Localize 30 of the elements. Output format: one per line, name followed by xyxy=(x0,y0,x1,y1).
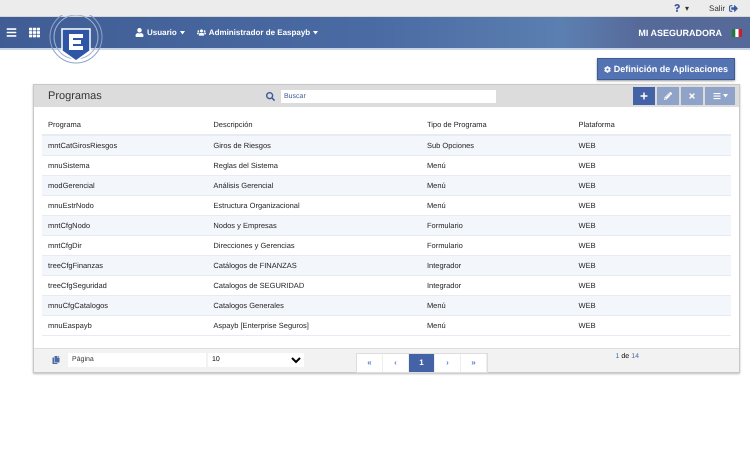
panel-title: Programas xyxy=(48,90,103,102)
search-icon[interactable] xyxy=(266,92,275,100)
pager-button[interactable]: » xyxy=(461,354,487,372)
menu-icon[interactable] xyxy=(6,27,17,38)
caret-icon xyxy=(180,30,185,34)
copy-icon xyxy=(52,356,60,364)
flag-icon xyxy=(732,28,742,36)
company-name: MI ASEGURADORA xyxy=(638,28,722,38)
definition-button[interactable]: Definición de Aplicaciones xyxy=(596,58,735,80)
caret-icon xyxy=(313,30,318,34)
help-icon[interactable] xyxy=(672,4,681,12)
gear-icon xyxy=(604,66,611,72)
logout-link[interactable]: Salir xyxy=(708,4,725,12)
pager-button[interactable]: 1 xyxy=(409,354,435,372)
close-icon xyxy=(688,92,696,100)
users-icon xyxy=(196,28,206,37)
apps-icon[interactable] xyxy=(29,27,40,38)
pager-button[interactable]: › xyxy=(435,354,461,372)
caret-icon xyxy=(722,94,728,98)
header-menu[interactable]: Usuario xyxy=(135,28,185,37)
pager-button[interactable]: ‹ xyxy=(383,354,409,372)
pencil-icon xyxy=(664,92,672,100)
logout-icon[interactable] xyxy=(729,4,738,12)
caret-icon[interactable]: ▾ xyxy=(684,4,689,12)
add-button[interactable] xyxy=(633,87,655,105)
header-menu[interactable]: Administrador de Easpayb xyxy=(196,28,318,37)
user-icon xyxy=(135,28,144,37)
menu-icon xyxy=(712,92,720,100)
pager-button[interactable]: « xyxy=(357,354,383,372)
add-icon xyxy=(640,92,648,100)
